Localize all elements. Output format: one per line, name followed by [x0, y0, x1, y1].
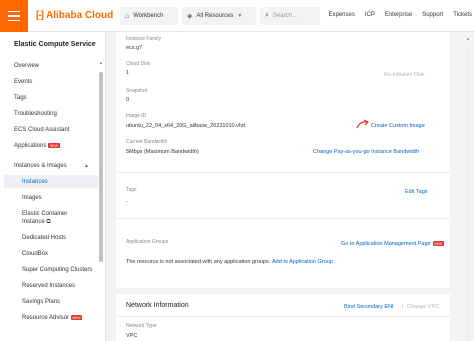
- edit-tags-link[interactable]: Edit Tags: [405, 189, 428, 195]
- resources-icon: ◈: [187, 13, 193, 20]
- go-app-mgmt-label: Go to Application Management Page: [341, 241, 431, 247]
- snapshot-label: Snapshot: [126, 88, 148, 94]
- top-link-enterprise[interactable]: Enterprise: [385, 12, 412, 18]
- application-groups-label: Application Groups: [126, 239, 169, 245]
- sidebar-item-cloudbox[interactable]: CloudBox: [22, 251, 48, 257]
- current-bandwidth-label: Current Bandwidth: [126, 139, 168, 145]
- sidebar-item-dedicated-hosts[interactable]: Dedicated Hosts: [22, 235, 66, 241]
- search-icon: ⌕: [265, 12, 269, 19]
- sidebar-scrollbar[interactable]: [99, 72, 103, 262]
- scroll-up-icon[interactable]: ▲: [99, 60, 103, 65]
- create-custom-image-link[interactable]: Create Custom Image: [371, 123, 425, 129]
- network-type-label: Network Type: [126, 323, 157, 329]
- instance-details-card: Instance Family ecs.g7 Cloud Disk 1 Re-i…: [116, 32, 450, 288]
- search-input[interactable]: ⌕ Search...: [260, 7, 320, 25]
- logo-mark-icon: [-]: [36, 10, 44, 21]
- sidebar-item-overview[interactable]: Overview: [14, 63, 39, 69]
- tags-label: Tags: [126, 187, 137, 193]
- bind-secondary-eni-link[interactable]: Bind Secondary ENI: [344, 304, 394, 310]
- image-id-value: ubuntu_22_04_x64_20G_alibase_20231010.vh…: [126, 123, 245, 129]
- snapshot-value: 0: [126, 97, 130, 103]
- applications-label: Applications: [14, 143, 47, 150]
- network-information-card: Network Information Bind Secondary ENI |…: [116, 294, 450, 341]
- external-link-icon: ⧉: [46, 219, 51, 225]
- home-icon: ⌂: [125, 12, 130, 20]
- cloud-disk-value: 1: [126, 70, 130, 76]
- search-placeholder: Search...: [272, 13, 297, 19]
- instance-family-label: Instance Family: [126, 36, 162, 42]
- all-resources-dropdown[interactable]: ◈ All Resources ▼: [182, 7, 256, 25]
- new-badge: NEW: [48, 143, 60, 148]
- sidebar-item-reserved-instances[interactable]: Reserved Instances: [22, 283, 75, 289]
- sidebar-item-ecs-cloud-assistant[interactable]: ECS Cloud Assistant: [14, 127, 69, 133]
- workbench-button[interactable]: ⌂ Workbench: [120, 7, 178, 25]
- hamburger-menu-icon[interactable]: [0, 0, 28, 32]
- new-badge: NEW: [432, 241, 444, 247]
- top-link-tickets[interactable]: Tickets: [453, 12, 472, 18]
- network-information-title: Network Information: [126, 302, 189, 309]
- top-link-support[interactable]: Support: [422, 12, 443, 18]
- logo-text: Alibaba Cloud: [46, 10, 114, 21]
- sidebar: Elastic Compute Service ▲ Overview Event…: [0, 32, 106, 341]
- chevron-down-icon: ▼: [237, 13, 243, 19]
- divider: [116, 218, 450, 219]
- sidebar-group-instances-images[interactable]: Instances & Images: [14, 163, 67, 169]
- sidebar-item-applications[interactable]: Applications NEW: [14, 143, 60, 149]
- change-bandwidth-link[interactable]: Change Pay-as-you-go Instance Bandwidth: [313, 149, 419, 155]
- divider: [116, 316, 450, 317]
- sidebar-item-super-computing-clusters[interactable]: Super Computing Clusters: [22, 267, 92, 273]
- divider: [116, 172, 450, 173]
- sidebar-item-savings-plans[interactable]: Savings Plans: [22, 299, 60, 305]
- sidebar-item-elastic-container-instance[interactable]: Elastic Container Instance ⧉: [22, 210, 82, 226]
- network-type-value: VPC: [126, 333, 138, 339]
- sidebar-title: Elastic Compute Service: [14, 41, 96, 48]
- instance-family-value: ecs.g7: [126, 45, 143, 51]
- cloud-disk-label: Cloud Disk: [126, 61, 151, 67]
- re-initialize-disk-link[interactable]: Re-initialize Disk: [384, 72, 425, 78]
- all-resources-label: All Resources: [196, 13, 234, 19]
- scroll-up-icon[interactable]: ▲: [466, 36, 470, 41]
- sidebar-item-resource-advisor[interactable]: Resource Advisor NEW: [22, 315, 83, 322]
- tags-value: -: [126, 199, 128, 205]
- top-links: Expenses ICP Enterprise Support Tickets: [328, 12, 472, 18]
- sidebar-item-troubleshooting[interactable]: Troubleshooting: [14, 111, 57, 117]
- top-link-expenses[interactable]: Expenses: [328, 12, 354, 18]
- resource-advisor-label: Resource Advisor: [22, 315, 70, 322]
- workbench-label: Workbench: [133, 13, 164, 19]
- sidebar-active-highlight: [4, 175, 98, 188]
- change-vpc-link[interactable]: Change VPC: [407, 304, 439, 310]
- page-scrollbar[interactable]: [466, 48, 471, 341]
- add-to-application-group-link[interactable]: Add to Application Group: [272, 259, 333, 265]
- sidebar-item-images[interactable]: Images: [22, 195, 42, 201]
- sidebar-item-events[interactable]: Events: [14, 79, 32, 85]
- current-bandwidth-value: 5Mbps (Maximum Bandwidth): [126, 149, 199, 155]
- image-id-label: Image ID: [126, 113, 147, 119]
- arrow-pointer-icon: [356, 119, 370, 129]
- eci-label: Elastic Container Instance: [22, 211, 68, 225]
- alibaba-cloud-logo[interactable]: [-] Alibaba Cloud: [36, 10, 113, 21]
- top-bar: [-] Alibaba Cloud ⌂ Workbench ◈ All Reso…: [0, 0, 474, 32]
- top-link-icp[interactable]: ICP: [365, 12, 375, 18]
- application-groups-message: The resource is not associated with any …: [126, 259, 271, 265]
- sidebar-item-tags[interactable]: Tags: [14, 95, 27, 101]
- go-to-application-management-link[interactable]: Go to Application Management Page NEW: [341, 241, 444, 247]
- separator: |: [402, 304, 404, 310]
- new-badge: NEW: [71, 315, 83, 320]
- sidebar-item-instances[interactable]: Instances: [22, 179, 48, 185]
- chevron-up-icon[interactable]: ▲: [84, 163, 89, 169]
